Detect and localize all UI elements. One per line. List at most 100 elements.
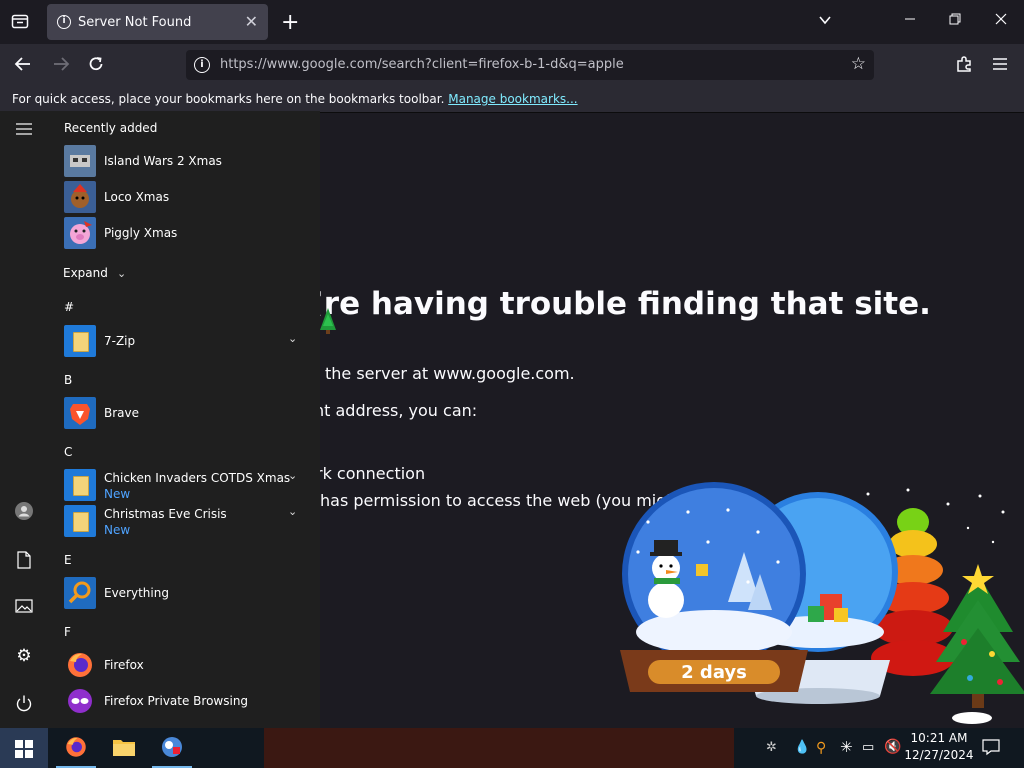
- extensions-puzzle-icon[interactable]: [955, 55, 973, 77]
- start-item-label: Loco Xmas: [104, 190, 170, 204]
- start-item-firefox[interactable]: Firefox: [64, 649, 314, 681]
- tray-drop-icon[interactable]: 💧: [794, 740, 810, 755]
- error-line-network: rk connection: [316, 464, 426, 483]
- forward-arrow-icon[interactable]: [52, 56, 70, 76]
- tray-snowflake-icon[interactable]: ✳: [840, 738, 853, 756]
- island-wars-icon: [64, 145, 96, 177]
- address-bar[interactable]: i https://www.google.com/search?client=f…: [186, 50, 874, 80]
- loco-icon: [64, 181, 96, 213]
- everything-search-icon: [64, 577, 96, 609]
- error-line-server: the server at www.google.com.: [325, 364, 575, 383]
- folder-icon: [64, 469, 96, 501]
- tray-app-icon[interactable]: ✲: [766, 740, 777, 755]
- start-item-7zip[interactable]: 7-Zip ⌄: [64, 325, 314, 357]
- close-window-button[interactable]: [995, 10, 1007, 29]
- list-tabs-chevron-icon[interactable]: [818, 12, 832, 31]
- chevron-down-icon[interactable]: ⌄: [288, 469, 297, 482]
- piggly-icon: [64, 217, 96, 249]
- start-item-label: Chicken Invaders COTDS Xmas: [104, 471, 291, 485]
- close-tab-icon[interactable]: ✕: [245, 12, 258, 31]
- back-arrow-icon[interactable]: [14, 56, 32, 76]
- tray-search-icon[interactable]: ⚲: [816, 740, 826, 756]
- hamburger-icon[interactable]: [14, 121, 34, 141]
- snow-globe-widget[interactable]: 2 days: [608, 482, 1024, 728]
- error-title: ’re having trouble finding that site.: [312, 286, 931, 322]
- start-item-label: Firefox Private Browsing: [104, 694, 249, 708]
- bookmarks-message-text: For quick access, place your bookmarks h…: [12, 92, 445, 106]
- start-item-label: Christmas Eve Crisis: [104, 507, 227, 521]
- xmas-app-icon: [162, 737, 182, 757]
- start-item-label: Island Wars 2 Xmas: [104, 154, 222, 168]
- start-item-firefox-private[interactable]: Firefox Private Browsing: [64, 685, 314, 717]
- recently-added-heading: Recently added: [64, 121, 158, 135]
- firefox-private-icon: [64, 685, 96, 717]
- new-badge: New: [104, 523, 131, 537]
- clock-time[interactable]: 10:21 AM: [904, 731, 974, 745]
- clock-date[interactable]: 12/27/2024: [904, 748, 974, 762]
- settings-gear-icon[interactable]: ⚙: [14, 646, 34, 666]
- group-header-f[interactable]: F: [64, 625, 71, 639]
- bookmark-star-icon[interactable]: ☆: [851, 54, 866, 74]
- url-text: https://www.google.com/search?client=fir…: [220, 57, 624, 72]
- taskbar-file-explorer[interactable]: [104, 728, 144, 768]
- site-info-icon[interactable]: i: [194, 57, 210, 73]
- restore-button[interactable]: [949, 10, 961, 29]
- start-item-brave[interactable]: Brave: [64, 397, 314, 429]
- notifications-icon[interactable]: [982, 738, 1000, 760]
- wallpaper-strip: [264, 728, 734, 768]
- start-item-label: Piggly Xmas: [104, 226, 178, 240]
- start-item-island-wars[interactable]: Island Wars 2 Xmas: [64, 145, 314, 177]
- new-tab-button[interactable]: +: [281, 10, 299, 35]
- start-item-everything[interactable]: Everything: [64, 577, 314, 609]
- tab-title: Server Not Found: [78, 15, 192, 30]
- chevron-down-icon[interactable]: ⌄: [288, 505, 297, 518]
- reload-icon[interactable]: [87, 55, 105, 77]
- start-menu-rail: ⚙: [0, 111, 48, 728]
- brave-lion-icon: [64, 397, 96, 429]
- start-item-loco[interactable]: Loco Xmas: [64, 181, 314, 213]
- start-item-label: Brave: [104, 406, 140, 420]
- firefox-icon: [66, 737, 86, 757]
- power-icon[interactable]: [14, 694, 34, 714]
- start-item-piggly[interactable]: Piggly Xmas: [64, 217, 314, 249]
- user-account-icon[interactable]: [14, 501, 34, 521]
- group-header-e[interactable]: E: [64, 553, 72, 567]
- group-header-hash[interactable]: #: [64, 300, 74, 314]
- start-item-christmas-eve-crisis[interactable]: Christmas Eve Crisis New ⌄: [64, 505, 314, 537]
- firefox-icon: [64, 649, 96, 681]
- pictures-icon[interactable]: [14, 598, 34, 618]
- start-item-chicken-invaders[interactable]: Chicken Invaders COTDS Xmas New ⌄: [64, 469, 314, 501]
- start-item-label: Firefox: [104, 658, 144, 672]
- minimize-button[interactable]: [904, 10, 916, 29]
- christmas-tree: [930, 564, 1024, 724]
- front-snow-globe: [622, 482, 806, 666]
- new-badge: New: [104, 487, 131, 501]
- bookmarks-toolbar: For quick access, place your bookmarks h…: [0, 86, 1024, 113]
- taskbar-xmas-app[interactable]: [152, 728, 192, 768]
- documents-icon[interactable]: [14, 551, 34, 571]
- manage-bookmarks-link[interactable]: Manage bookmarks...: [448, 92, 577, 106]
- volume-muted-icon[interactable]: 🔇: [884, 739, 901, 755]
- firefox-view-icon[interactable]: [11, 12, 29, 34]
- tab-server-not-found[interactable]: i Server Not Found ✕: [47, 4, 268, 40]
- start-item-label: Everything: [104, 586, 169, 600]
- chevron-down-icon: ⌄: [116, 267, 127, 280]
- bookmarks-toolbar-message: For quick access, place your bookmarks h…: [12, 92, 578, 106]
- start-item-label: 7-Zip: [104, 334, 136, 348]
- days-counter-label: 2 days: [681, 662, 747, 683]
- group-header-c[interactable]: C: [64, 445, 72, 459]
- windows-logo-icon: [15, 740, 33, 758]
- start-button[interactable]: [0, 728, 48, 768]
- app-menu-hamburger-icon[interactable]: [992, 56, 1008, 75]
- expand-button[interactable]: Expand ⌄: [63, 262, 126, 281]
- group-header-b[interactable]: B: [64, 373, 72, 387]
- error-line-address: nt address, you can:: [314, 401, 478, 420]
- folder-icon: [64, 505, 96, 537]
- expand-label: Expand: [63, 266, 108, 280]
- folder-icon: [64, 325, 96, 357]
- taskbar-firefox[interactable]: [56, 728, 96, 768]
- folder-icon: [113, 740, 135, 756]
- network-icon[interactable]: ▭: [862, 740, 874, 755]
- chevron-down-icon[interactable]: ⌄: [288, 332, 297, 345]
- info-icon: i: [57, 15, 71, 29]
